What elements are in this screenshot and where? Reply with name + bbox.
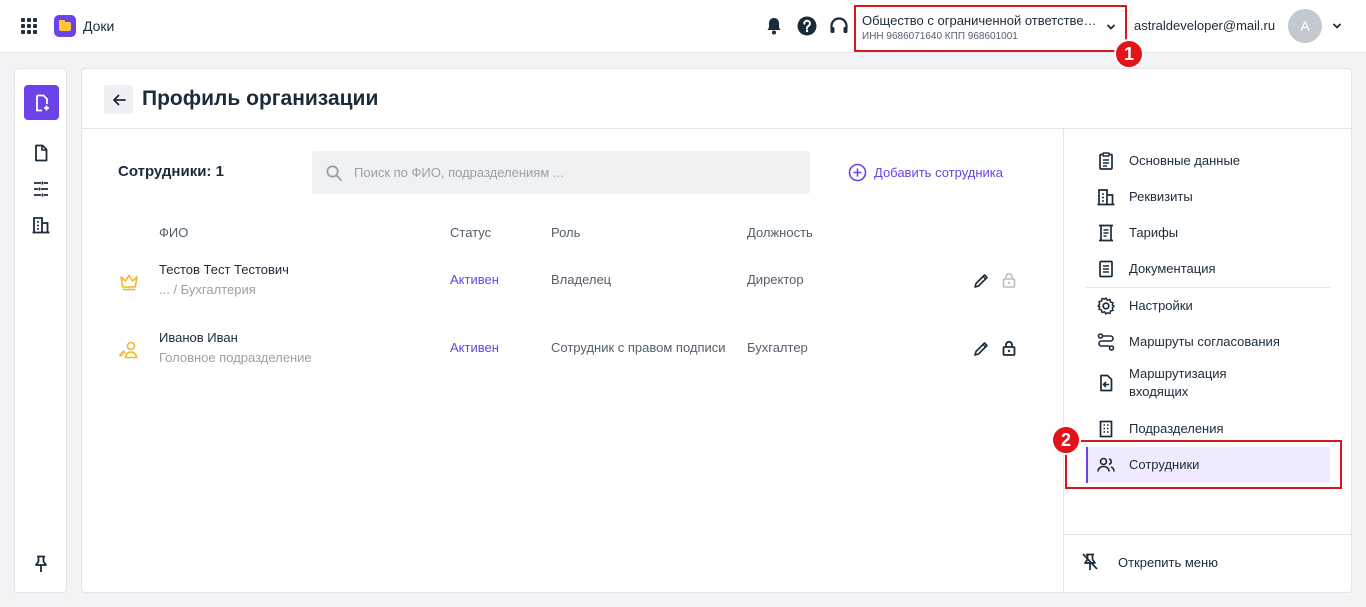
menu-item-label: Подразделения	[1129, 421, 1224, 436]
arrow-left-icon	[112, 94, 126, 105]
menu-item-approval-routes[interactable]: Маршруты согласования	[1086, 324, 1330, 360]
menu-item-documentation[interactable]: Документация	[1086, 251, 1330, 287]
chevron-down-icon[interactable]	[1331, 20, 1343, 32]
org-selector[interactable]: Общество с ограниченной ответственностью…	[854, 5, 1127, 52]
gear-icon	[1097, 297, 1115, 315]
menu-item-label: Маршруты согласования	[1129, 334, 1280, 349]
top-header: Доки Общество с ограниченной ответственн…	[0, 0, 1366, 69]
table-row[interactable]: Иванов Иван Головное подразделение Актив…	[82, 327, 1062, 387]
status-badge: Активен	[450, 272, 499, 287]
app-logo-icon[interactable]	[54, 15, 76, 37]
employee-name: Тестов Тест Тестович	[159, 262, 289, 277]
lock-icon[interactable]	[1000, 339, 1018, 357]
headset-icon[interactable]	[828, 15, 850, 37]
column-header-name: ФИО	[159, 225, 189, 240]
add-employee-button[interactable]: Добавить сотрудника	[848, 163, 1003, 182]
employee-name: Иванов Иван	[159, 330, 238, 345]
employee-department: ... / Бухгалтерия	[159, 282, 256, 297]
new-document-button[interactable]	[24, 85, 59, 120]
org-inn-kpp: ИНН 9686071640 КПП 968601001	[862, 31, 1018, 42]
menu-item-label: Настройки	[1129, 298, 1193, 313]
unpin-menu-button[interactable]: Открепить меню	[1080, 551, 1330, 575]
employee-position: Бухгалтер	[747, 340, 808, 355]
left-rail	[14, 68, 67, 593]
search-icon	[326, 165, 342, 181]
back-button[interactable]	[104, 85, 133, 114]
bell-icon[interactable]	[763, 15, 785, 37]
departments-icon	[1099, 420, 1113, 438]
annotation-marker-1: 1	[1114, 39, 1144, 69]
pin-icon[interactable]	[31, 554, 51, 574]
unpin-label: Открепить меню	[1118, 555, 1218, 570]
menu-item-label: Маршрутизация входящих	[1129, 366, 1227, 399]
lock-icon[interactable]	[1000, 271, 1018, 289]
employee-position: Директор	[747, 272, 804, 287]
unpin-icon	[1082, 553, 1098, 570]
incoming-route-icon	[1100, 374, 1113, 392]
menu-item-label: Документация	[1129, 261, 1216, 276]
org-name: Общество с ограниченной ответственностью	[862, 13, 1097, 28]
column-header-position: Должность	[747, 225, 813, 240]
column-header-status: Статус	[450, 225, 492, 240]
divider	[1064, 534, 1351, 535]
table-row[interactable]: Тестов Тест Тестович ... / Бухгалтерия А…	[82, 259, 1062, 319]
app-name[interactable]: Доки	[83, 18, 114, 34]
edit-pencil-icon[interactable]	[972, 272, 990, 290]
route-icon	[1097, 333, 1115, 351]
documents-icon[interactable]	[31, 143, 51, 163]
help-icon[interactable]	[796, 15, 818, 37]
clipboard-icon	[1099, 152, 1113, 170]
avatar[interactable]: A	[1288, 9, 1322, 43]
menu-item-settings[interactable]: Настройки	[1086, 288, 1330, 324]
menu-item-label: Основные данные	[1129, 153, 1241, 168]
routes-icon[interactable]	[31, 179, 51, 199]
employee-department: Головное подразделение	[159, 350, 312, 365]
add-employee-label: Добавить сотрудника	[874, 165, 1003, 180]
employees-count: Сотрудники: 1	[118, 163, 224, 180]
chevron-down-icon	[1107, 24, 1115, 30]
menu-item-requisites[interactable]: Реквизиты	[1086, 179, 1330, 215]
annotation-highlight-2	[1065, 440, 1342, 489]
settings-menu: Основные данные Реквизиты Тарифы Докумен…	[1063, 129, 1351, 592]
building-icon	[1097, 189, 1115, 206]
column-header-role: Роль	[551, 225, 581, 240]
edit-pencil-icon[interactable]	[972, 340, 990, 358]
building-icon[interactable]	[31, 215, 51, 235]
status-badge: Активен	[450, 340, 499, 355]
employee-role: Сотрудник с правом подписи	[551, 340, 726, 355]
user-sign-icon	[119, 341, 138, 359]
apps-grid-icon[interactable]	[21, 18, 37, 34]
search-input[interactable]	[354, 151, 794, 194]
document-icon	[1099, 260, 1113, 278]
tariff-icon	[1099, 224, 1113, 242]
page-title: Профиль организации	[142, 87, 379, 110]
employee-search[interactable]	[312, 151, 810, 194]
menu-item-label: Реквизиты	[1129, 189, 1193, 204]
menu-item-tariffs[interactable]: Тарифы	[1086, 215, 1330, 251]
organization-profile-panel: Профиль организации Сотрудники: 1 Добави…	[81, 68, 1352, 593]
user-email[interactable]: astraldeveloper@mail.ru	[1134, 18, 1275, 33]
annotation-marker-2: 2	[1051, 425, 1081, 455]
menu-item-label: Тарифы	[1129, 225, 1179, 240]
crown-icon	[120, 274, 138, 291]
menu-item-main-data[interactable]: Основные данные	[1086, 143, 1330, 179]
plus-circle-icon	[848, 163, 867, 182]
menu-item-incoming-routing[interactable]: Маршрутизация входящих	[1086, 360, 1330, 406]
new-document-icon	[35, 94, 49, 111]
employee-role: Владелец	[551, 272, 612, 287]
